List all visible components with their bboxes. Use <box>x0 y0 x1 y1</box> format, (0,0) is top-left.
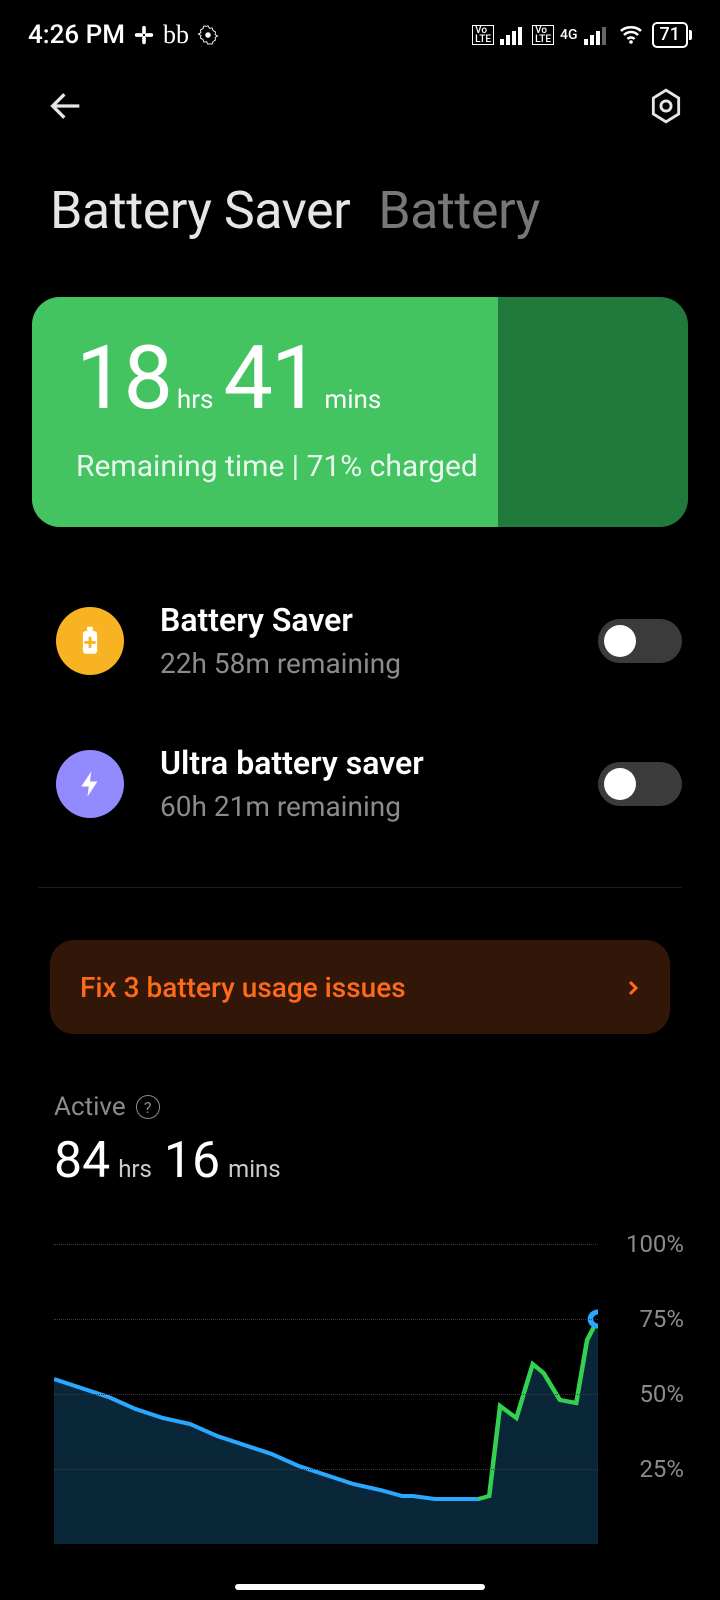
status-bar: 4:26 PM bb Vo LTE Vo LTE 4G 71 <box>0 0 720 60</box>
bolt-icon <box>56 750 124 818</box>
fix-issues-label: Fix 3 battery usage issues <box>80 971 406 1004</box>
remaining-subtitle: Remaining time | 71% charged <box>76 425 688 484</box>
back-arrow-icon <box>46 86 86 126</box>
chart-plot-area <box>54 1244 598 1544</box>
ultra-saver-subtitle: 60h 21m remaining <box>160 782 562 823</box>
y-tick-100: 100% <box>626 1230 684 1258</box>
wifi-icon <box>616 23 646 47</box>
ultra-saver-title: Ultra battery saver <box>160 744 562 782</box>
signal2-icon <box>584 25 610 45</box>
remaining-hrs: 18 <box>76 335 171 423</box>
volte2-icon: Vo LTE <box>532 25 554 45</box>
active-label: Active <box>54 1092 126 1122</box>
saver-options: Battery Saver 22h 58m remaining Ultra ba… <box>0 527 720 887</box>
fix-issues-button[interactable]: Fix 3 battery usage issues <box>50 940 670 1034</box>
signal1-icon <box>500 25 526 45</box>
chevron-right-icon <box>624 971 642 1004</box>
active-hrs-unit: hrs <box>110 1155 164 1189</box>
volte1-icon: Vo LTE <box>472 25 494 45</box>
remaining-mins: 41 <box>223 335 318 423</box>
top-bar <box>0 60 720 128</box>
settings-button[interactable] <box>644 84 688 128</box>
y-tick-50: 50% <box>639 1380 684 1408</box>
bb-icon: bb <box>163 20 189 50</box>
battery-plus-icon <box>56 607 124 675</box>
remaining-time-value: 18 hrs 41 mins <box>76 335 688 425</box>
remaining-time-card[interactable]: 18 hrs 41 mins Remaining time | 71% char… <box>32 297 688 527</box>
remaining-mins-unit: mins <box>318 385 391 425</box>
active-mins: 16 <box>164 1132 220 1190</box>
slack-icon <box>133 24 155 46</box>
status-time: 4:26 PM <box>28 20 125 50</box>
battery-saver-row[interactable]: Battery Saver 22h 58m remaining <box>56 601 682 744</box>
divider <box>38 887 682 888</box>
y-tick-25: 25% <box>639 1455 684 1483</box>
remaining-hrs-unit: hrs <box>171 385 224 425</box>
status-right: Vo LTE Vo LTE 4G 71 <box>472 22 692 48</box>
active-label-row: Active ? <box>54 1092 720 1122</box>
back-button[interactable] <box>44 84 88 128</box>
active-mins-unit: mins <box>220 1155 293 1189</box>
battery-indicator: 71 <box>652 22 692 48</box>
status-left: 4:26 PM bb <box>28 20 219 50</box>
tabs: Battery Saver Battery <box>0 128 720 241</box>
battery-pct: 71 <box>652 22 688 48</box>
battery-saver-text: Battery Saver 22h 58m remaining <box>160 601 562 680</box>
help-icon[interactable]: ? <box>136 1095 160 1119</box>
settings-small-icon <box>197 24 219 46</box>
active-time-value: 84 hrs 16 mins <box>54 1122 720 1190</box>
card-content: 18 hrs 41 mins Remaining time | 71% char… <box>32 297 688 484</box>
active-section: Active ? 84 hrs 16 mins <box>0 1034 720 1190</box>
ultra-saver-text: Ultra battery saver 60h 21m remaining <box>160 744 562 823</box>
ultra-saver-row[interactable]: Ultra battery saver 60h 21m remaining <box>56 744 682 887</box>
net-label: 4G <box>560 29 578 41</box>
battery-saver-subtitle: 22h 58m remaining <box>160 639 562 680</box>
battery-saver-title: Battery Saver <box>160 601 562 639</box>
battery-history-chart[interactable]: 100% 75% 50% 25% <box>54 1244 684 1544</box>
y-tick-75: 75% <box>639 1305 684 1333</box>
tab-battery[interactable]: Battery <box>378 180 539 241</box>
active-hrs: 84 <box>54 1132 110 1190</box>
home-indicator[interactable] <box>235 1584 485 1590</box>
tab-battery-saver[interactable]: Battery Saver <box>50 180 350 241</box>
settings-hex-icon <box>647 87 685 125</box>
chart-y-labels: 100% 75% 50% 25% <box>602 1244 684 1544</box>
ultra-saver-toggle[interactable] <box>598 762 682 806</box>
battery-saver-toggle[interactable] <box>598 619 682 663</box>
